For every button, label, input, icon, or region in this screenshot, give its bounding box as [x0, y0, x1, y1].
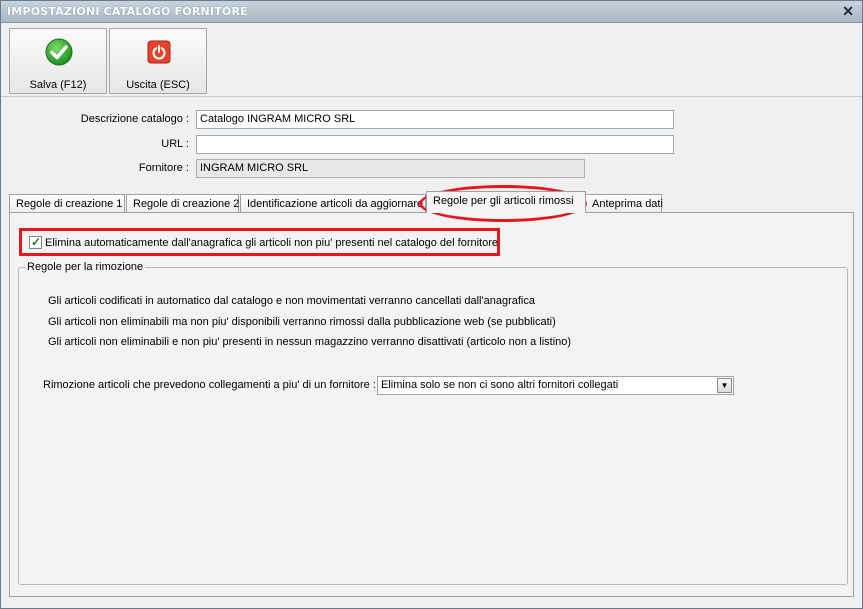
multi-supplier-selected-value: Elimina solo se non ci sono altri fornit… [381, 379, 619, 391]
tab-regole-creazione-1[interactable]: Regole di creazione 1 [9, 194, 125, 213]
fornitore-field: INGRAM MICRO SRL [196, 159, 585, 178]
toolbar: Salva (F12) Uscita (ESC) [1, 24, 862, 97]
descrizione-label: Descrizione catalogo : [80, 113, 189, 125]
url-label: URL : [161, 138, 189, 150]
multi-supplier-select[interactable]: Elimina solo se non ci sono altri fornit… [377, 376, 734, 395]
tab-anteprima-dati[interactable]: Anteprima dati [585, 194, 663, 213]
window-title: IMPOSTAZIONI CATALOGO FORNITORE [7, 5, 248, 18]
save-button[interactable]: Salva (F12) [9, 28, 107, 94]
catalog-settings-window: IMPOSTAZIONI CATALOGO FORNITORE ✕ Salva … [0, 0, 863, 609]
descrizione-field[interactable]: Catalogo INGRAM MICRO SRL [196, 110, 674, 129]
save-button-label: Salva (F12) [29, 79, 87, 91]
elimina-checkbox-label: Elimina automaticamente dall'anagrafica … [45, 237, 499, 249]
tab-regole-articoli-rimossi[interactable]: Regole per gli articoli rimossi [426, 191, 586, 213]
tab-regole-creazione-2[interactable]: Regole di creazione 2 [126, 194, 239, 213]
removal-rules-group-title: Regole per la rimozione [25, 261, 146, 273]
tab-identificazione-articoli[interactable]: Identificazione articoli da aggiornare [240, 194, 426, 213]
elimina-checkbox[interactable]: ✓ [29, 235, 42, 249]
chevron-down-icon[interactable]: ▼ [717, 378, 732, 393]
removal-rules-group [18, 267, 848, 585]
close-icon[interactable]: ✕ [842, 3, 854, 19]
rule-text: Gli articoli non eliminabili ma non piu'… [48, 316, 556, 328]
checkmark-icon: ✓ [31, 235, 42, 249]
power-icon [147, 40, 171, 64]
url-field[interactable] [196, 135, 674, 154]
multi-supplier-label: Rimozione articoli che prevedono collega… [43, 379, 376, 391]
exit-button-label: Uscita (ESC) [126, 79, 190, 91]
fornitore-label: Fornitore : [138, 162, 189, 174]
check-icon [45, 38, 73, 66]
title-bar: IMPOSTAZIONI CATALOGO FORNITORE ✕ [1, 1, 862, 23]
exit-button[interactable]: Uscita (ESC) [109, 28, 207, 94]
rule-text: Gli articoli non eliminabili e non piu' … [48, 336, 572, 348]
rule-text: Gli articoli codificati in automatico da… [48, 295, 535, 307]
